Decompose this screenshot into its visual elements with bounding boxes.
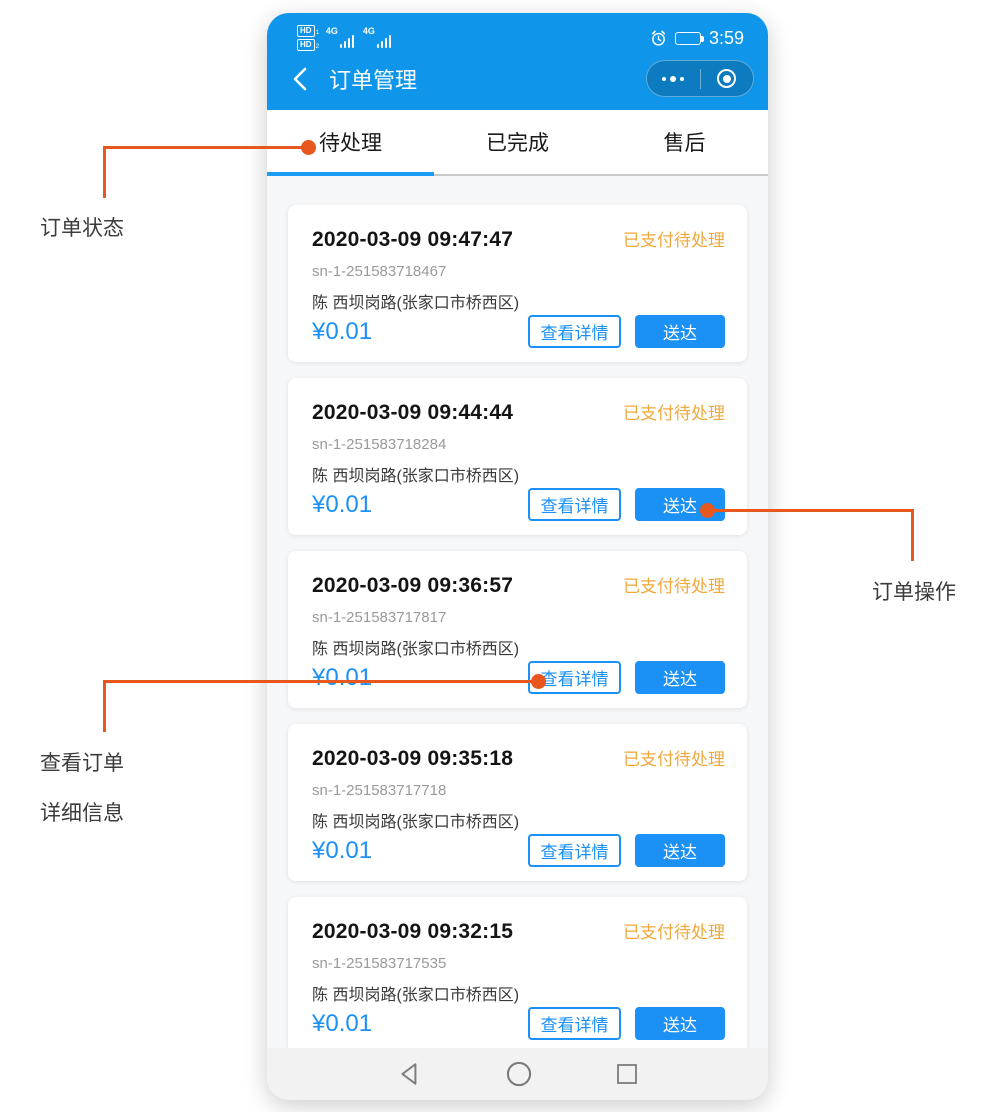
tab-aftersale[interactable]: 售后 [601,110,768,174]
alarm-icon [650,30,667,47]
order-sn: sn-1-251583718284 [312,436,725,453]
deliver-button[interactable]: 送达 [635,1007,725,1040]
order-status-badge: 已支付待处理 [623,572,725,597]
hd-label: HD [297,39,315,51]
nav-back-icon[interactable] [397,1061,423,1087]
view-details-button[interactable]: 查看详情 [528,488,621,521]
annotation-order-status: 订单状态 [40,212,124,242]
order-address: 陈 西坝岗路(张家口市桥西区) [312,808,725,832]
order-price: ¥0.01 [312,837,372,865]
order-price: ¥0.01 [312,1010,372,1038]
order-card: 2020-03-09 09:44:44 已支付待处理 sn-1-25158371… [288,378,747,535]
hd2-icon: HD 2 [297,39,319,51]
hd1-icon: HD 1 [297,25,319,37]
hd-label: HD [297,25,315,37]
exit-button[interactable] [701,61,754,96]
order-status-badge: 已支付待处理 [623,399,725,424]
deliver-button[interactable]: 送达 [635,834,725,867]
signal-bars [377,35,391,48]
annotation-view-order: 查看订单 [40,747,124,777]
order-time: 2020-03-09 09:32:15 [312,920,513,944]
back-icon[interactable] [289,66,311,92]
sim1-label: 1 [316,30,319,37]
view-details-button[interactable]: 查看详情 [528,315,621,348]
order-sn: sn-1-251583717817 [312,609,725,626]
deliver-button[interactable]: 送达 [635,315,725,348]
sim2-label: 2 [316,44,319,51]
order-card: 2020-03-09 09:32:15 已支付待处理 sn-1-25158371… [288,897,747,1048]
order-address: 陈 西坝岗路(张家口市桥西区) [312,289,725,313]
ellipsis-icon [662,76,684,82]
signal-icon: 4G [326,26,356,50]
order-card: 2020-03-09 09:36:57 已支付待处理 sn-1-25158371… [288,551,747,708]
order-time: 2020-03-09 09:44:44 [312,401,513,425]
order-status-badge: 已支付待处理 [623,745,725,770]
annotation-line [103,680,106,732]
network-label: 4G [363,26,375,36]
view-details-button[interactable]: 查看详情 [528,834,621,867]
order-tabs: 待处理 已完成 售后 [267,110,768,176]
app-header: HD 1 HD 2 4G 4G [267,13,768,110]
nav-home-icon[interactable] [505,1060,533,1088]
view-details-button[interactable]: 查看详情 [528,1007,621,1040]
status-right-icons: 3:59 [650,28,744,49]
order-time: 2020-03-09 09:36:57 [312,574,513,598]
signal-icon: 4G [363,26,393,50]
order-card: 2020-03-09 09:47:47 已支付待处理 sn-1-25158371… [288,205,747,362]
page-title: 订单管理 [329,63,646,95]
nav-bar: 订单管理 [267,57,768,110]
annotation-line [708,509,914,512]
status-left-icons: HD 1 HD 2 4G 4G [297,25,393,51]
order-sn: sn-1-251583717718 [312,782,725,799]
tab-completed[interactable]: 已完成 [434,110,601,174]
annotation-line [911,509,914,561]
order-address: 陈 西坝岗路(张家口市桥西区) [312,981,725,1005]
order-status-badge: 已支付待处理 [623,918,725,943]
annotation-detail-info: 详细信息 [40,797,124,827]
order-list[interactable]: 2020-03-09 09:47:47 已支付待处理 sn-1-25158371… [267,176,768,1048]
screenshot-stage: HD 1 HD 2 4G 4G [0,0,999,1112]
order-address: 陈 西坝岗路(张家口市桥西区) [312,635,725,659]
more-menu-button[interactable] [647,61,700,96]
order-time: 2020-03-09 09:35:18 [312,747,513,771]
tab-pending[interactable]: 待处理 [267,110,434,174]
miniprogram-capsule [646,60,754,97]
annotation-line [103,146,106,198]
order-price: ¥0.01 [312,318,372,346]
order-time: 2020-03-09 09:47:47 [312,228,513,252]
status-bar: HD 1 HD 2 4G 4G [267,13,768,57]
hd-badges: HD 1 HD 2 [297,25,319,51]
order-address: 陈 西坝岗路(张家口市桥西区) [312,462,725,486]
deliver-button[interactable]: 送达 [635,661,725,694]
order-status-badge: 已支付待处理 [623,226,725,251]
annotation-order-action: 订单操作 [872,576,956,606]
annotation-line [103,680,540,683]
signal-bars [340,35,354,48]
android-nav-bar [267,1048,768,1100]
annotation-line [103,146,309,149]
status-time: 3:59 [709,28,744,49]
order-price: ¥0.01 [312,491,372,519]
nav-recent-icon[interactable] [615,1062,639,1086]
battery-icon [675,32,701,45]
network-label: 4G [326,26,338,36]
exit-icon [717,69,736,88]
phone-screenshot: HD 1 HD 2 4G 4G [267,13,768,1100]
order-sn: sn-1-251583718467 [312,263,725,280]
order-price: ¥0.01 [312,664,372,692]
order-card: 2020-03-09 09:35:18 已支付待处理 sn-1-25158371… [288,724,747,881]
order-sn: sn-1-251583717535 [312,955,725,972]
